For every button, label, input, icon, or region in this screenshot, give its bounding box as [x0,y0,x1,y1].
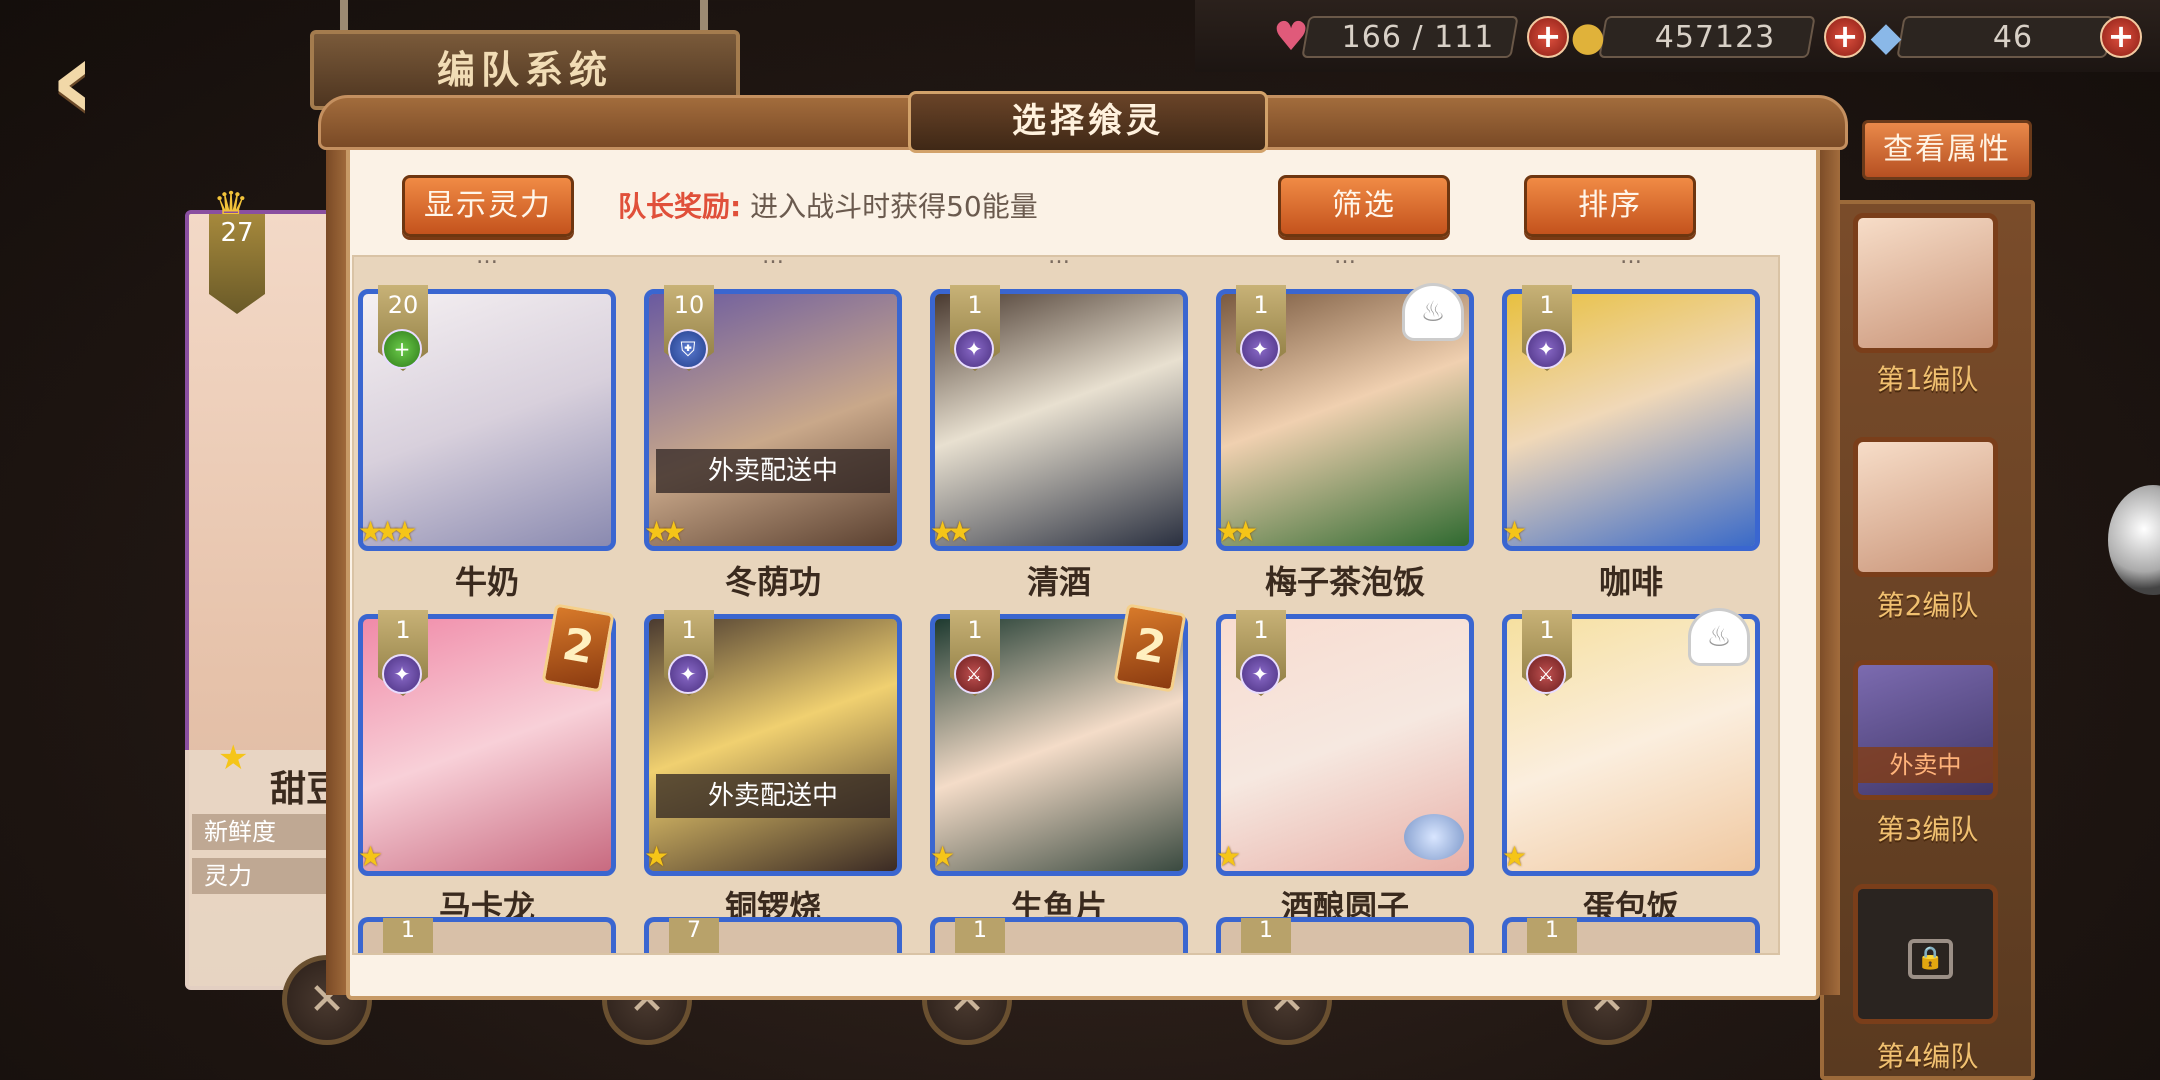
crystal-icon: ◆ [1870,14,1902,60]
heal-type-icon: + [382,329,422,369]
character-card-tomyum[interactable]: 10 ⛨ 外卖配送中 ★★ 冬荫功 [644,285,902,604]
team-slot-2[interactable] [1853,437,1998,577]
magic-type-icon: ✦ [668,654,708,694]
partial-name: … [762,255,784,269]
character-card-coffee[interactable]: 1 ✦ ★ 咖啡 [1502,285,1760,604]
level-badge: 1 [383,918,433,953]
modal-title: 选择飨灵 [908,91,1268,153]
chef-hat-icon: ♨ [1688,608,1750,666]
attack-type-icon: ⚔ [1526,654,1566,694]
leader-bonus: 队长奖励: 进入战斗时获得50能量 [618,185,1038,225]
character-card-milk[interactable]: 20 + ★★★ 牛奶 [358,285,616,604]
magic-type-icon: ✦ [1240,654,1280,694]
team-slot-1[interactable] [1853,213,1998,353]
character-name: 清酒 [1026,563,1091,601]
heart-icon: ♥ [1273,14,1309,60]
team-label-3: 第3编队 [1876,813,1979,846]
star-rating: ★★ [644,515,686,548]
character-card-partial[interactable]: 1 [1216,917,1474,953]
character-card-partial[interactable]: 1 [930,917,1188,953]
character-name: 咖啡 [1598,563,1663,601]
attack-type-icon: ⚔ [954,654,994,694]
character-card-sake[interactable]: 1 ✦ ★★ 清酒 [930,285,1188,604]
star-rating: ★★ [930,515,972,548]
level-badge: 1 [955,918,1005,953]
side-orb-icon[interactable] [2108,485,2160,595]
sign-rope-right [700,0,708,34]
character-card-jiuniang-yuanzi[interactable]: 1 ✦ ★ 酒酿圆子 [1216,610,1474,929]
character-grid[interactable]: … … … … … 20 + ★★★ 牛奶 10 ⛨ 外卖配送中 ★★ 冬荫功 … [352,255,1780,955]
star-rating: ★★ [1216,515,1258,548]
character-card-partial[interactable]: 1 [1502,917,1760,953]
team-slot-4[interactable]: 🔒 [1853,884,1998,1024]
team-label-4: 第4编队 [1876,1040,1979,1073]
nest-icon [1404,814,1464,860]
star-rating: ★ [1502,840,1527,873]
lock-icon: 🔒 [1908,939,1953,979]
star-rating: ★ [1216,840,1241,873]
delivery-status: 外卖配送中 [656,449,890,493]
leader-bonus-key: 队长奖励: [618,190,742,223]
delivery-status: 外卖配送中 [656,774,890,818]
shield-type-icon: ⛨ [668,329,708,369]
coin-resource: ● 457123 + [1562,12,1866,62]
leader-level: 27 [209,214,265,314]
star-rating: ★ [644,840,669,873]
back-arrow-icon[interactable]: ‹ [50,25,160,135]
add-crystal-button[interactable]: + [2100,16,2142,58]
level-badge: 1 [1241,918,1291,953]
stamina-resource: ♥ 166 / 111 + [1265,12,1569,62]
sign-rope-left [340,0,348,34]
character-card-partial[interactable]: 7 [644,917,902,953]
star-rating: ★ [358,840,383,873]
filter-button[interactable]: 筛选 [1278,175,1450,237]
character-name: 冬荫功 [724,563,821,601]
sort-button[interactable]: 排序 [1524,175,1696,237]
crystal-resource: ◆ 46 + [1860,12,2142,62]
star-rating: ★★★ [358,515,417,548]
stamina-value: 166 / 111 [1341,19,1495,55]
coin-value: 457123 [1654,19,1776,55]
modal-frame [326,145,348,995]
modal-frame [1818,145,1840,995]
star-icon: ★ [218,738,249,778]
select-character-modal: 选择飨灵 显示灵力 队长奖励: 进入战斗时获得50能量 筛选 排序 … … … … [318,91,1848,1005]
character-card-omurice[interactable]: 1 ⚔ ♨ ★ 蛋包饭 [1502,608,1760,929]
star-rating: ★ [1502,515,1527,548]
character-card-dorayaki[interactable]: 1 ✦ 外卖配送中 ★ 铜锣烧 [644,610,902,929]
team-slot-3[interactable]: 外卖中 [1853,660,1998,800]
team-label-2: 第2编队 [1876,589,1979,622]
partial-name: … [1334,255,1356,269]
character-name: 牛奶 [454,563,519,601]
chef-hat-icon: ♨ [1402,283,1464,341]
level-badge: 7 [669,918,719,953]
character-card-partial[interactable]: 1 [358,917,616,953]
magic-type-icon: ✦ [954,329,994,369]
crystal-value: 46 [1992,19,2034,55]
team-status: 外卖中 [1858,747,1993,783]
magic-type-icon: ✦ [1526,329,1566,369]
level-badge: 1 [1527,918,1577,953]
magic-type-icon: ✦ [382,654,422,694]
character-name: 梅子茶泡饭 [1264,563,1425,601]
character-card-macaron[interactable]: 1 ✦ 2 ★ 马卡龙 [358,603,616,929]
magic-type-icon: ✦ [1240,329,1280,369]
team-label-1: 第1编队 [1876,363,1979,396]
star-rating: ★ [930,840,955,873]
character-card-umeboshi-chazuke[interactable]: 1 ✦ ♨ ★★ 梅子茶泡饭 [1216,283,1474,604]
view-attributes-button[interactable]: 查看属性 [1862,120,2032,180]
character-card-sashimi[interactable]: 1 ⚔ 2 ★ 生鱼片 [930,603,1188,929]
show-power-button[interactable]: 显示灵力 [402,175,574,237]
leader-bonus-text: 进入战斗时获得50能量 [750,190,1038,223]
coin-icon: ● [1570,14,1606,60]
partial-name: … [476,255,498,269]
partial-name: … [1048,255,1070,269]
partial-name: … [1620,255,1642,269]
